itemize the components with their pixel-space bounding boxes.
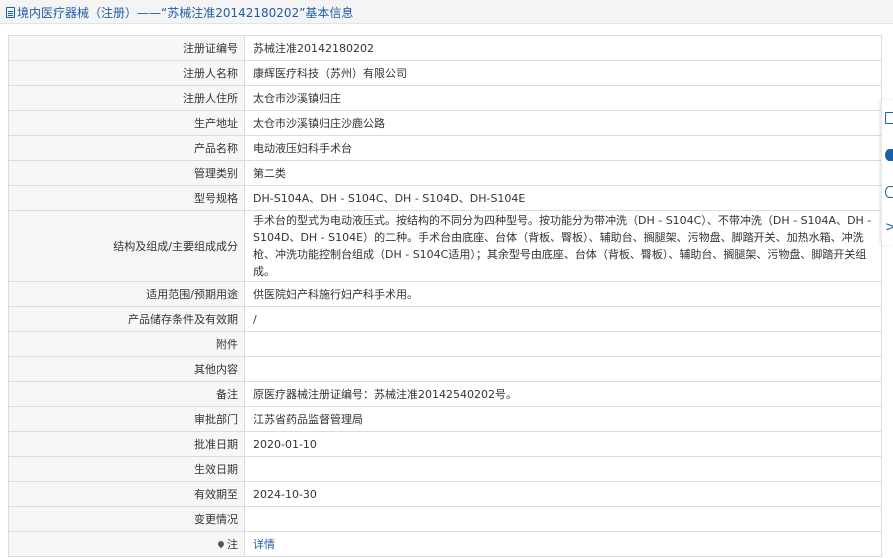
table-row: 产品名称 电动液压妇科手术台	[8, 135, 882, 161]
table-row: 注册证编号 苏械注准20142180202	[8, 35, 882, 61]
row-label: 附件	[8, 331, 245, 357]
row-value: 原医疗器械注册证编号：苏械注准20142540202号。	[244, 381, 882, 407]
table-row: 型号规格 DH-S104A、DH - S104C、DH - S104D、DH-S…	[8, 185, 882, 211]
row-label: 产品储存条件及有效期	[8, 306, 245, 332]
row-value: DH-S104A、DH - S104C、DH - S104D、DH-S104E	[244, 185, 882, 211]
row-label: 有效期至	[8, 481, 245, 507]
share-icon[interactable]	[885, 186, 893, 198]
table-row: 备注 原医疗器械注册证编号：苏械注准20142540202号。	[8, 381, 882, 407]
row-value: 康辉医疗科技（苏州）有限公司	[244, 60, 882, 86]
table-row: 注册人名称 康辉医疗科技（苏州）有限公司	[8, 60, 882, 86]
row-value: 2020-01-10	[244, 431, 882, 457]
row-value: 江苏省药品监督管理局	[244, 406, 882, 432]
row-value: 手术台的型式为电动液压式。按结构的不同分为四种型号。按功能分为带冲洗（DH - …	[244, 210, 882, 282]
chevron-right-icon[interactable]: >	[885, 221, 893, 234]
row-label: 变更情况	[8, 506, 245, 532]
detail-table: 注册证编号 苏械注准20142180202 注册人名称 康辉医疗科技（苏州）有限…	[8, 35, 882, 557]
row-label: 管理类别	[8, 160, 245, 186]
note-label: 注	[8, 531, 245, 557]
table-row: 有效期至 2024-10-30	[8, 481, 882, 507]
row-label: 注册证编号	[8, 35, 245, 61]
row-label: 审批部门	[8, 406, 245, 432]
row-label: 其他内容	[8, 356, 245, 382]
table-row: 变更情况	[8, 506, 882, 532]
row-value	[244, 331, 882, 357]
row-value: 太仓市沙溪镇归庄	[244, 85, 882, 111]
table-row: 生效日期	[8, 456, 882, 482]
table-row: 结构及组成/主要组成成分 手术台的型式为电动液压式。按结构的不同分为四种型号。按…	[8, 210, 882, 282]
table-row: 生产地址 太仓市沙溪镇归庄沙鹿公路	[8, 110, 882, 136]
row-label: 适用范围/预期用途	[8, 281, 245, 307]
table-row: 产品储存条件及有效期 /	[8, 306, 882, 332]
table-row: 管理类别 第二类	[8, 160, 882, 186]
document-icon[interactable]	[885, 112, 893, 124]
row-value: 2024-10-30	[244, 481, 882, 507]
row-label: 生效日期	[8, 456, 245, 482]
table-row: 适用范围/预期用途 供医院妇产科施行妇产科手术用。	[8, 281, 882, 307]
row-label: 生产地址	[8, 110, 245, 136]
row-label: 产品名称	[8, 135, 245, 161]
row-value	[244, 356, 882, 382]
row-label: 型号规格	[8, 185, 245, 211]
row-value: 太仓市沙溪镇归庄沙鹿公路	[244, 110, 882, 136]
row-value: 供医院妇产科施行妇产科手术用。	[244, 281, 882, 307]
row-label: 注册人住所	[8, 85, 245, 111]
row-label: 备注	[8, 381, 245, 407]
row-value: 第二类	[244, 160, 882, 186]
row-label: 结构及组成/主要组成成分	[8, 210, 245, 282]
row-label: 批准日期	[8, 431, 245, 457]
side-toolbar: >	[881, 100, 893, 245]
page-title: 境内医疗器械（注册）——“苏械注准20142180202”基本信息	[6, 4, 353, 21]
info-icon[interactable]	[885, 149, 893, 161]
row-value: 苏械注准20142180202	[244, 35, 882, 61]
pin-icon	[216, 539, 226, 548]
row-value	[244, 456, 882, 482]
table-row: 批准日期 2020-01-10	[8, 431, 882, 457]
note-label-text: 注	[227, 537, 238, 551]
table-row: 其他内容	[8, 356, 882, 382]
details-link[interactable]: 详情	[253, 538, 275, 551]
page-title-text: 境内医疗器械（注册）——“苏械注准20142180202”基本信息	[17, 6, 354, 20]
row-label: 注册人名称	[8, 60, 245, 86]
row-value: 电动液压妇科手术台	[244, 135, 882, 161]
document-icon	[6, 7, 15, 18]
note-value: 详情	[244, 531, 882, 557]
row-value	[244, 506, 882, 532]
page-header: 境内医疗器械（注册）——“苏械注准20142180202”基本信息	[0, 0, 893, 24]
table-row: 注册人住所 太仓市沙溪镇归庄	[8, 85, 882, 111]
table-row-note: 注 详情	[8, 531, 882, 557]
table-row: 审批部门 江苏省药品监督管理局	[8, 406, 882, 432]
table-row: 附件	[8, 331, 882, 357]
row-value: /	[244, 306, 882, 332]
